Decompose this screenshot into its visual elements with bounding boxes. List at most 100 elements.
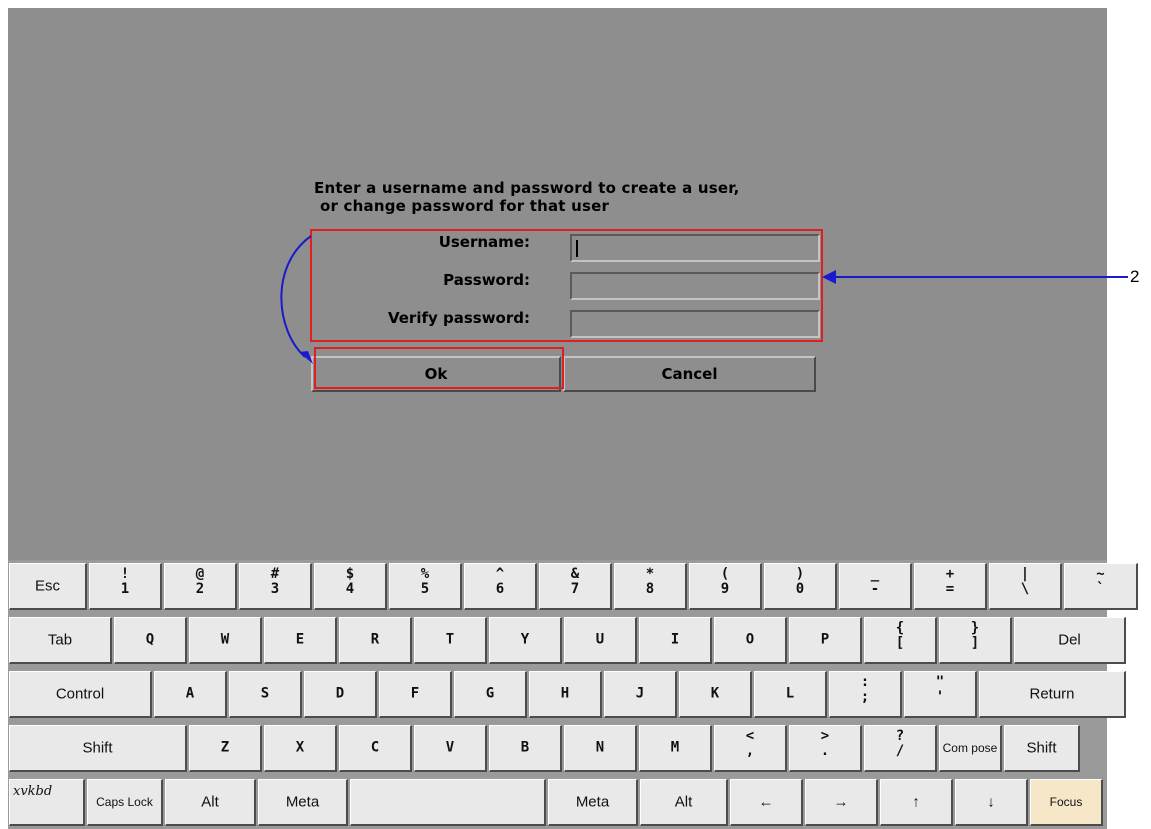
key-lower-label: - — [870, 581, 880, 597]
key-blank[interactable]: <, — [714, 725, 787, 772]
key-label: F — [410, 685, 420, 702]
key-y[interactable]: Y — [489, 617, 562, 664]
key-h[interactable]: H — [529, 671, 602, 718]
key-blank[interactable]: >. — [789, 725, 862, 772]
key-label: K — [710, 685, 720, 702]
key-o[interactable]: O — [714, 617, 787, 664]
key-label: Meta — [575, 793, 610, 811]
key-control[interactable]: Control — [9, 671, 152, 718]
key-label: Return — [1029, 685, 1075, 703]
key-v[interactable]: V — [414, 725, 487, 772]
key-6[interactable]: ^ 6 — [464, 563, 537, 610]
key-z[interactable]: Z — [189, 725, 262, 772]
key-t[interactable]: T — [414, 617, 487, 664]
key-label: → — [833, 793, 849, 811]
key-blank[interactable]: {[ — [864, 617, 937, 664]
key-blank[interactable]: " ' — [904, 671, 977, 718]
key-blank[interactable]: | \ — [989, 563, 1062, 610]
key-label: T — [445, 631, 455, 648]
key-0[interactable]: ) 0 — [764, 563, 837, 610]
key-blank[interactable]: + = — [914, 563, 987, 610]
key-label: U — [595, 631, 605, 648]
key-upper-label: { — [895, 620, 905, 636]
key-u[interactable]: U — [564, 617, 637, 664]
key-label: Caps Lock — [96, 795, 153, 809]
key-blank[interactable]: ? / — [864, 725, 937, 772]
key-7[interactable]: & 7 — [539, 563, 612, 610]
key-a[interactable]: A — [154, 671, 227, 718]
key-label: ↑ — [912, 793, 920, 811]
key-b[interactable]: B — [489, 725, 562, 772]
key-shift[interactable]: Shift — [1004, 725, 1080, 772]
key-upper-label: @ — [195, 566, 205, 582]
key-w[interactable]: W — [189, 617, 262, 664]
key-q[interactable]: Q — [114, 617, 187, 664]
key-upper-label: * — [645, 566, 655, 582]
key-g[interactable]: G — [454, 671, 527, 718]
key-upper-label: : — [860, 674, 870, 690]
key-e[interactable]: E — [264, 617, 337, 664]
key-j[interactable]: J — [604, 671, 677, 718]
key-lower-label: 2 — [195, 581, 205, 597]
key-label: H — [560, 685, 570, 702]
key-2[interactable]: @2 — [164, 563, 237, 610]
key-3[interactable]: #3 — [239, 563, 312, 610]
key-focus[interactable]: Focus — [1030, 779, 1103, 826]
key-label: J — [635, 685, 645, 702]
key-alt[interactable]: Alt — [165, 779, 256, 826]
key-s[interactable]: S — [229, 671, 302, 718]
key-blank[interactable]: ↑ — [880, 779, 953, 826]
key-label: O — [745, 631, 755, 648]
key-x[interactable]: X — [264, 725, 337, 772]
key-c[interactable]: C — [339, 725, 412, 772]
key-8[interactable]: * 8 — [614, 563, 687, 610]
key-alt[interactable]: Alt — [640, 779, 728, 826]
key-label: A — [185, 685, 195, 702]
key-label: C — [370, 739, 380, 756]
key-m[interactable]: M — [639, 725, 712, 772]
key-meta[interactable]: Meta — [548, 779, 638, 826]
key-tab[interactable]: Tab — [9, 617, 112, 664]
key-com-pose[interactable]: Com pose — [939, 725, 1002, 772]
key-blank[interactable] — [350, 779, 546, 826]
key-label: Meta — [285, 793, 320, 811]
key-d[interactable]: D — [304, 671, 377, 718]
key-upper-label: _ — [870, 566, 880, 582]
key-return[interactable]: Return — [979, 671, 1126, 718]
key-lower-label: / — [895, 743, 905, 759]
key-upper-label: $ — [345, 566, 355, 582]
key-esc[interactable]: Esc — [9, 563, 87, 610]
key-meta[interactable]: Meta — [258, 779, 348, 826]
key-5[interactable]: % 5 — [389, 563, 462, 610]
key-lower-label: \ — [1020, 581, 1030, 597]
key-f[interactable]: F — [379, 671, 452, 718]
key-del[interactable]: Del — [1014, 617, 1126, 664]
key-p[interactable]: P — [789, 617, 862, 664]
key-1[interactable]: ! 1 — [89, 563, 162, 610]
key-label: M — [670, 739, 680, 756]
key-n[interactable]: N — [564, 725, 637, 772]
key-blank[interactable]: ↓ — [955, 779, 1028, 826]
key-blank[interactable]: ← — [730, 779, 803, 826]
key-shift[interactable]: Shift — [9, 725, 187, 772]
key-lower-label: 1 — [120, 581, 130, 597]
key-blank[interactable]: ~ ` — [1064, 563, 1138, 610]
key-blank[interactable]: _ - — [839, 563, 912, 610]
key-l[interactable]: L — [754, 671, 827, 718]
key-blank[interactable]: :; — [829, 671, 902, 718]
key-upper-label: ( — [720, 566, 730, 582]
key-upper-label: " — [935, 674, 945, 690]
key-label: ← — [758, 793, 774, 811]
key-4[interactable]: $4 — [314, 563, 387, 610]
key-9[interactable]: (9 — [689, 563, 762, 610]
key-label: Shift — [1026, 739, 1057, 757]
key-label: L — [785, 685, 795, 702]
key-blank[interactable]: → — [805, 779, 878, 826]
key-k[interactable]: K — [679, 671, 752, 718]
key-blank[interactable]: }] — [939, 617, 1012, 664]
key-lower-label: 7 — [570, 581, 580, 597]
key-caps-lock[interactable]: Caps Lock — [87, 779, 163, 826]
key-i[interactable]: I — [639, 617, 712, 664]
key-label: P — [820, 631, 830, 648]
key-r[interactable]: R — [339, 617, 412, 664]
